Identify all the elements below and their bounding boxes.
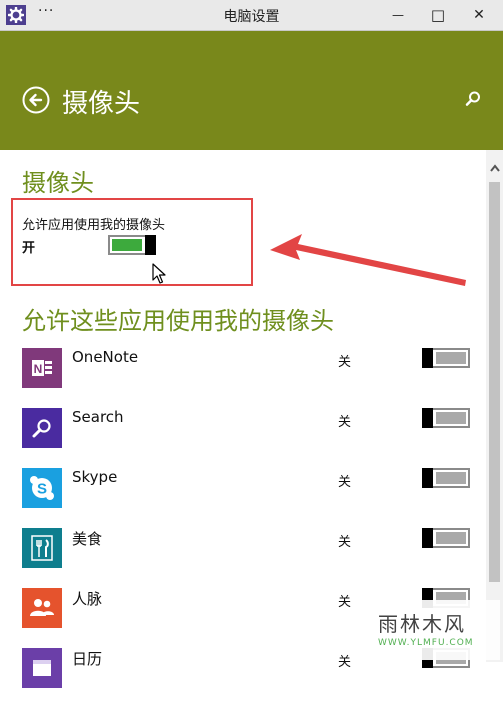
app-toggle-onenote[interactable] [422, 348, 470, 368]
app-row-skype: S Skype 关 [0, 468, 486, 528]
scroll-up-button[interactable] [486, 160, 503, 176]
allow-camera-label: 允许应用使用我的摄像头 [22, 218, 166, 233]
annotation-arrow [270, 234, 466, 286]
skype-icon: S [22, 468, 62, 508]
toggle-knob[interactable] [422, 468, 433, 488]
app-state-label: 关 [338, 415, 352, 430]
app-row-search: Search 关 [0, 408, 486, 468]
search-icon [22, 408, 62, 448]
app-state-label: 关 [338, 655, 352, 670]
app-toggle-search[interactable] [422, 408, 470, 428]
maximize-button[interactable]: □ [423, 3, 453, 27]
app-name: 美食 [72, 530, 103, 548]
scroll-thumb[interactable] [489, 182, 500, 582]
people-icon [22, 588, 62, 628]
toggle-knob[interactable] [145, 235, 156, 255]
calendar-icon [22, 648, 62, 688]
app-name: Skype [72, 468, 118, 486]
app-row-food: 美食 关 [0, 528, 486, 588]
minimize-button[interactable]: — [383, 3, 413, 27]
app-name: 日历 [72, 650, 103, 668]
app-state-label: 关 [338, 355, 352, 370]
app-state-label: 关 [338, 475, 352, 490]
maximize-icon: □ [430, 6, 446, 24]
app-state-label: 关 [338, 535, 352, 550]
app-toggle-food[interactable] [422, 528, 470, 548]
camera-state-label: 开 [22, 241, 36, 256]
chevron-up-icon [489, 164, 500, 172]
app-name: 人脉 [72, 590, 103, 608]
fork-knife-icon [22, 528, 62, 568]
onenote-icon: N [22, 348, 62, 388]
camera-section-title: 摄像头 [22, 169, 94, 197]
mouse-cursor-icon [152, 263, 166, 284]
back-button[interactable] [22, 86, 50, 114]
watermark-title: 雨林木风 [378, 612, 466, 636]
search-button[interactable] [464, 90, 482, 108]
minimize-icon: — [392, 8, 404, 22]
title-bar: ··· 电脑设置 — □ ✕ [0, 0, 503, 31]
close-button[interactable]: ✕ [464, 3, 494, 27]
svg-text:N: N [34, 362, 43, 376]
svg-text:S: S [37, 481, 47, 498]
watermark: 雨林木风 WWW.YLMFU.COM [370, 600, 500, 660]
back-arrow-icon [22, 86, 50, 114]
app-state-label: 关 [338, 595, 352, 610]
toggle-knob[interactable] [422, 348, 433, 368]
search-icon [465, 91, 480, 106]
app-name: OneNote [72, 348, 139, 366]
page-title: 摄像头 [62, 89, 141, 119]
vertical-scrollbar[interactable] [486, 150, 503, 662]
app-row-onenote: N OneNote 关 [0, 348, 486, 408]
apps-section-title: 允许这些应用使用我的摄像头 [22, 307, 334, 335]
camera-toggle[interactable] [108, 235, 156, 255]
app-toggle-skype[interactable] [422, 468, 470, 488]
close-icon: ✕ [473, 7, 485, 23]
toggle-knob[interactable] [422, 408, 433, 428]
toggle-knob[interactable] [422, 528, 433, 548]
watermark-url: WWW.YLMFU.COM [378, 638, 474, 648]
settings-content: 摄像头 允许应用使用我的摄像头 开 允许这些应用使用我的摄像头 N OneNot… [0, 150, 486, 688]
app-name: Search [72, 408, 124, 426]
